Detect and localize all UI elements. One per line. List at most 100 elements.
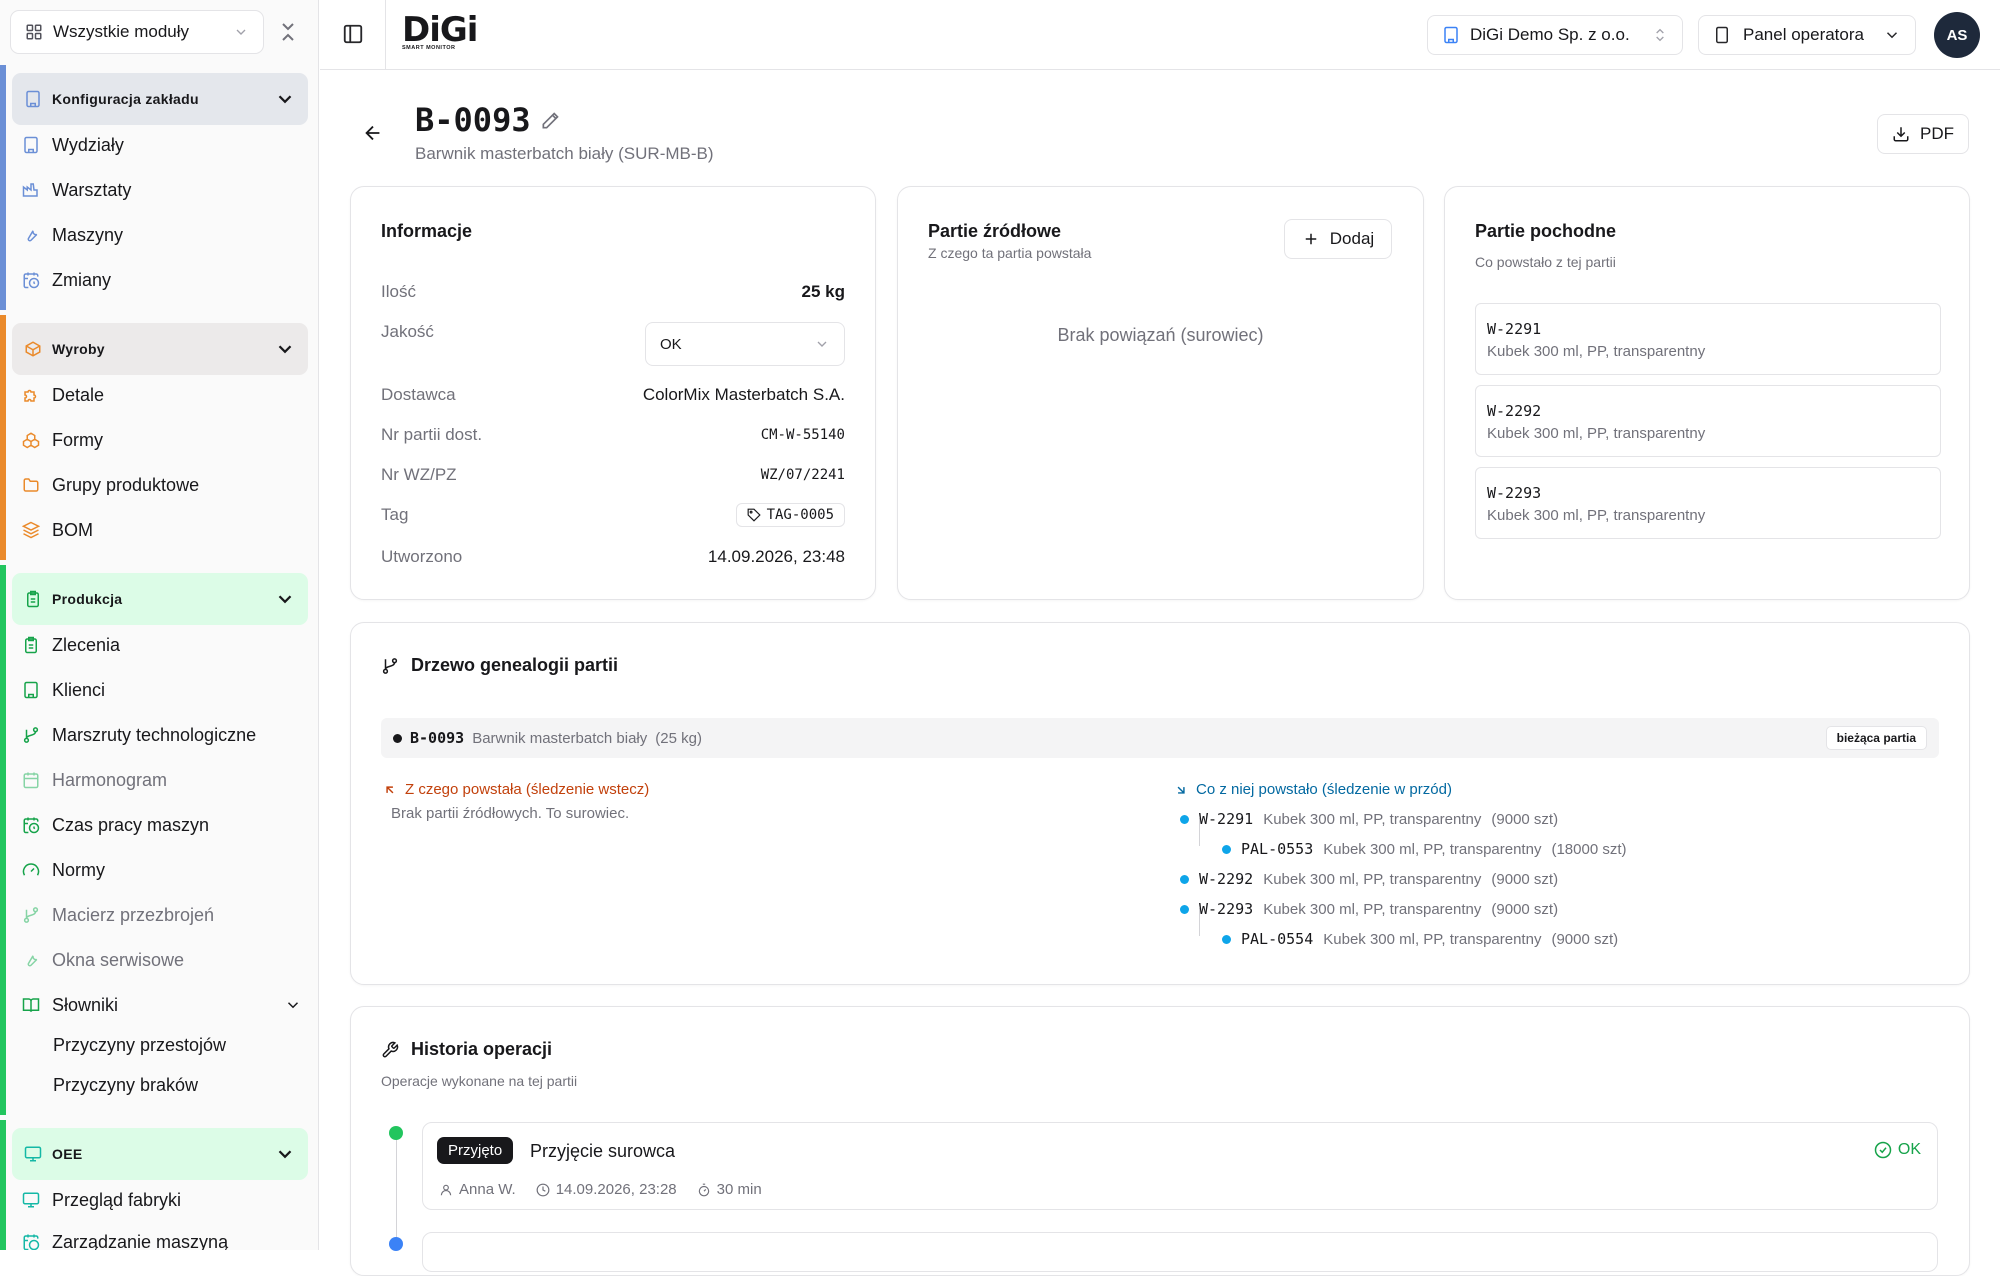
operation-card[interactable]: Przyjęto Przyjęcie surowca OK Anna W. 14… (422, 1122, 1938, 1210)
toggle-sidebar-button[interactable] (342, 23, 364, 45)
company-select[interactable]: DiGi Demo Sp. z o.o. (1427, 15, 1683, 55)
sidebar-subitem-przestoje[interactable]: Przyczyny przestojów (53, 1035, 226, 1056)
trace-qty: (9000 szt) (1491, 810, 1559, 828)
plus-icon (1305, 233, 1317, 245)
trace-node[interactable]: W-2293 Kubek 300 ml, PP, transparentny (… (1180, 900, 1558, 918)
sidebar-item-okna-serwisowe[interactable]: Okna serwisowe (22, 942, 184, 978)
building-icon (1444, 26, 1458, 44)
layers-icon (22, 521, 40, 539)
wrench-icon (27, 230, 38, 242)
monitor-icon (22, 1192, 40, 1208)
trace-code: W-2292 (1199, 870, 1254, 888)
info-label: Tag (381, 505, 409, 524)
sidebar-item-label: Okna serwisowe (52, 949, 185, 970)
calendar-icon (23, 772, 39, 789)
sidebar-item-normy[interactable]: Normy (22, 852, 105, 888)
card-subtitle: Operacje wykonane na tej partii (381, 1073, 578, 1089)
sidebar-item-wydzialy[interactable]: Wydziały (22, 127, 124, 163)
quality-select[interactable]: OK (645, 322, 845, 366)
sidebar-item-warsztaty[interactable]: Warsztaty (22, 172, 131, 208)
card-title: Partie pochodne (1475, 221, 1617, 241)
company-name: DiGi Demo Sp. z o.o. (1470, 25, 1630, 44)
derived-batch-item[interactable]: W-2293 Kubek 300 ml, PP, transparentny (1475, 467, 1941, 539)
history-header: Historia operacji (381, 1039, 552, 1060)
trace-node[interactable]: W-2291 Kubek 300 ml, PP, transparentny (… (1180, 810, 1558, 828)
trace-code: PAL-0554 (1241, 930, 1314, 948)
batch-code: W-2293 (1487, 484, 1542, 502)
back-button[interactable] (362, 122, 384, 144)
collapse-all-button[interactable] (276, 20, 300, 44)
sidebar-item-macierz[interactable]: Macierz przezbrojeń (22, 897, 214, 933)
operation-status: OK (1874, 1141, 1921, 1159)
genealogy-card: Drzewo genealogii partii B-0093 Barwnik … (350, 622, 1970, 985)
trace-dot (1180, 874, 1189, 884)
sidebar-item-bom[interactable]: BOM (22, 512, 93, 548)
group-header-konfiguracja[interactable]: Konfiguracja zakładu (12, 73, 308, 125)
chevron-down-icon (1886, 32, 1898, 39)
gauge-icon (22, 863, 40, 876)
info-value: ColorMix Masterbatch S.A. (642, 385, 845, 404)
trace-qty: (18000 szt) (1551, 840, 1627, 858)
duration-value: 30 min (716, 1181, 762, 1198)
batch-code: W-2291 (1487, 320, 1542, 338)
pdf-button[interactable]: PDF (1877, 114, 1969, 154)
sidebar-item-przeglad-fabryki[interactable]: Przegląd fabryki (22, 1182, 181, 1218)
sidebar-group-wyroby: Wyroby Detale Formy Grupy produktowe BOM (0, 315, 318, 560)
sidebar-item-zarzadzanie-maszyna[interactable]: Zarządzanie maszyną (22, 1224, 228, 1250)
trace-backward-title: Z czego powstała (śledzenie wstecz) (405, 781, 650, 798)
card-subtitle: Co powstało z tej partii (1475, 254, 1616, 270)
clock-icon (536, 1183, 550, 1196)
group-header-produkcja[interactable]: Produkcja (12, 573, 308, 625)
derived-batch-item[interactable]: W-2292 Kubek 300 ml, PP, transparentny (1475, 385, 1941, 457)
group-header-wyroby[interactable]: Wyroby (12, 323, 308, 375)
batch-code: W-2292 (1487, 402, 1542, 420)
trace-forward-header: Co z niej powstało (śledzenie w przód) (1174, 781, 1452, 798)
sidebar-item-label: Detale (52, 384, 105, 405)
trace-node[interactable]: W-2292 Kubek 300 ml, PP, transparentny (… (1180, 870, 1558, 888)
panel-select[interactable]: Panel operatora (1698, 15, 1916, 55)
panel-label: Panel operatora (1743, 25, 1864, 44)
trace-node[interactable]: PAL-0554 Kubek 300 ml, PP, transparentny… (1222, 930, 1618, 948)
module-select[interactable]: Wszystkie moduły (10, 10, 264, 54)
sidebar-item-klienci[interactable]: Klienci (22, 672, 105, 708)
sidebar-item-label: Czas pracy maszyn (52, 814, 210, 835)
avatar[interactable]: AS (1934, 12, 1980, 58)
sidebar-item-czas-pracy[interactable]: Czas pracy maszyn (22, 807, 209, 843)
sidebar-item-detale[interactable]: Detale (22, 377, 104, 413)
group-stripe (0, 315, 6, 560)
edit-title-button[interactable] (540, 111, 560, 131)
operation-card[interactable] (422, 1232, 1938, 1272)
sidebar-item-zlecenia[interactable]: Zlecenia (22, 627, 120, 663)
genealogy-header: Drzewo genealogii partii (381, 655, 618, 676)
tablet-icon (1716, 26, 1728, 44)
sidebar-item-grupy-produktowe[interactable]: Grupy produktowe (22, 467, 199, 503)
building-icon (26, 90, 40, 108)
sidebar-item-harmonogram[interactable]: Harmonogram (22, 762, 167, 798)
sidebar-item-zmiany[interactable]: Zmiany (22, 262, 111, 298)
chevron-down-icon (278, 595, 292, 604)
sidebar-item-formy[interactable]: Formy (22, 422, 103, 458)
derived-batch-item[interactable]: W-2291 Kubek 300 ml, PP, transparentny (1475, 303, 1941, 375)
chevron-down-icon (817, 341, 827, 347)
group-title: Wyroby (52, 341, 105, 357)
package-icon (25, 341, 41, 357)
add-source-button[interactable]: Dodaj (1284, 219, 1392, 259)
chevrons-up-down-icon (1656, 28, 1664, 42)
sidebar-item-maszyny[interactable]: Maszyny (22, 217, 123, 253)
info-row-supplier: Dostawca ColorMix Masterbatch S.A. (381, 385, 845, 405)
sidebar-item-label: Wydziały (52, 134, 124, 155)
card-title: Drzewo genealogii partii (411, 655, 619, 675)
info-label: Jakość (381, 322, 434, 341)
batch-desc: Kubek 300 ml, PP, transparentny (1487, 343, 1706, 360)
sidebar-subitem-braki[interactable]: Przyczyny braków (53, 1075, 198, 1096)
route-icon (23, 727, 39, 743)
group-header-oee[interactable]: OEE (12, 1128, 308, 1180)
sidebar-item-marszruty[interactable]: Marszruty technologiczne (22, 717, 256, 753)
sidebar-item-label: Harmonogram (52, 769, 168, 790)
tag-chip[interactable]: TAG-0005 (735, 503, 845, 527)
sources-card: Partie źródłowe Z czego ta partia powsta… (897, 186, 1424, 600)
trace-node[interactable]: PAL-0553 Kubek 300 ml, PP, transparentny… (1222, 840, 1627, 858)
sidebar-item-slowniki[interactable]: Słowniki (22, 987, 302, 1023)
sidebar-item-label: BOM (52, 519, 94, 540)
timeline-dot-ok (389, 1126, 403, 1140)
